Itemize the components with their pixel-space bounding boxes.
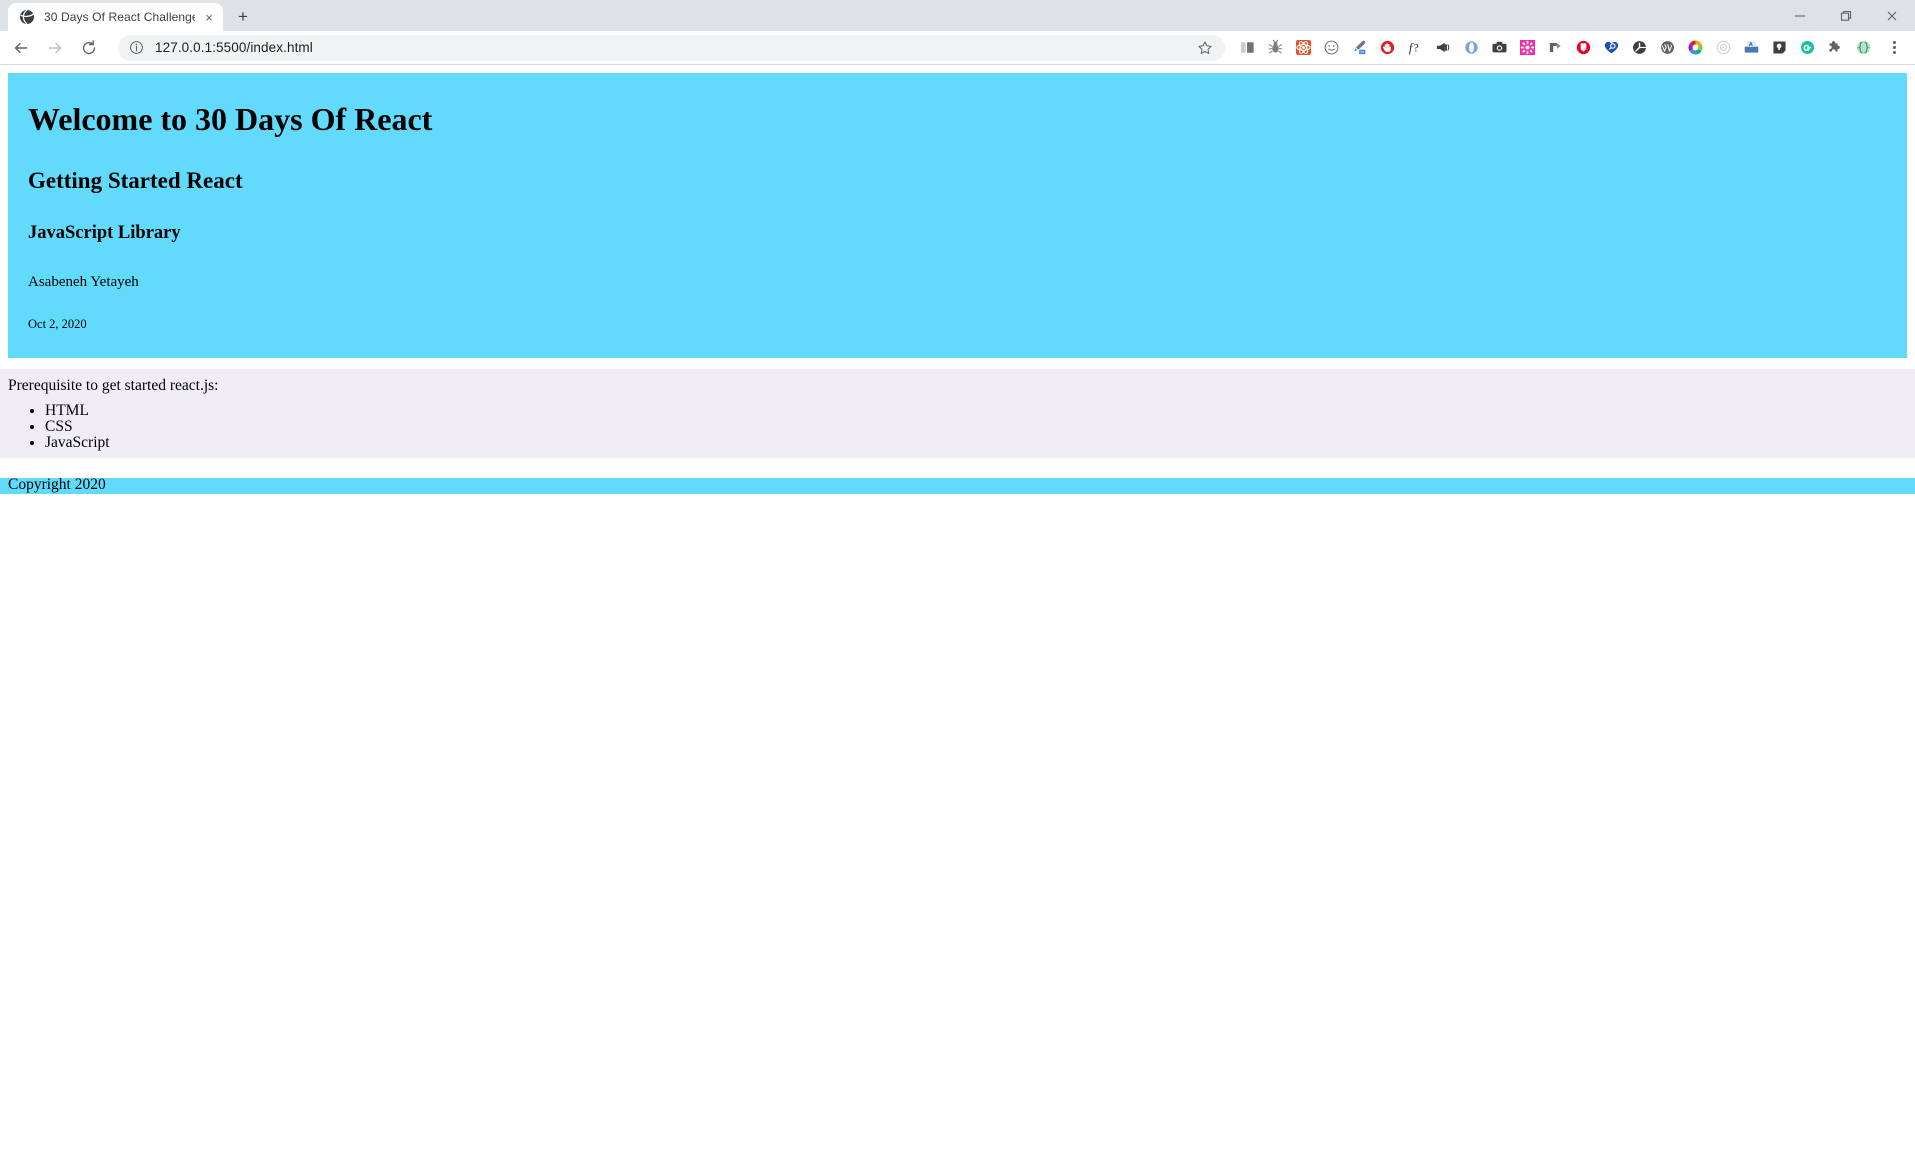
- browser-window: 30 Days Of React Challenge × + 127.0.0.1…: [0, 0, 1915, 1154]
- pink-gear-extension-icon[interactable]: [1514, 35, 1540, 61]
- browser-tab[interactable]: 30 Days Of React Challenge ×: [8, 3, 223, 31]
- wordpress-extension-icon[interactable]: [1654, 35, 1680, 61]
- smiley-face-extension-icon[interactable]: [1318, 35, 1344, 61]
- extension-tray: f ? A: [1233, 35, 1877, 61]
- close-icon[interactable]: [1869, 0, 1915, 31]
- url-text[interactable]: 127.0.0.1:5500/index.html: [155, 40, 313, 55]
- color-wheel-extension-icon[interactable]: [1682, 35, 1708, 61]
- window-controls: [1777, 0, 1915, 31]
- chrome-menu-icon[interactable]: [1881, 35, 1907, 61]
- notion-extension-icon[interactable]: [1542, 35, 1568, 61]
- camera-screenshot-extension-icon[interactable]: [1486, 35, 1512, 61]
- copyright-text: Copyright 2020: [8, 476, 106, 494]
- pocket-save-extension-icon[interactable]: [1570, 35, 1596, 61]
- svg-text:A: A: [1748, 42, 1752, 48]
- bug-debugger-extension-icon[interactable]: [1262, 35, 1288, 61]
- minimize-icon[interactable]: [1777, 0, 1823, 31]
- star-icon[interactable]: [1195, 38, 1215, 58]
- react-page: Welcome to 30 Days Of React Getting Star…: [0, 73, 1915, 495]
- page-main: Prerequisite to get started react.js: HT…: [0, 369, 1915, 459]
- info-circle-icon[interactable]: [128, 40, 144, 56]
- font-inspector-extension-icon[interactable]: f ?: [1402, 35, 1428, 61]
- eyedropper-colorpicker-extension-icon[interactable]: [1346, 35, 1372, 61]
- target-circle-extension-icon[interactable]: [1710, 35, 1736, 61]
- puzzle-extensions-icon[interactable]: [1822, 35, 1848, 61]
- split-panel-extension-icon[interactable]: [1234, 35, 1260, 61]
- megaphone-announce-extension-icon[interactable]: [1430, 35, 1456, 61]
- back-arrow-icon[interactable]: [7, 34, 35, 62]
- page-footer: Copyright 2020: [0, 476, 1915, 495]
- list-item: HTML: [45, 403, 1915, 419]
- tab-title: 30 Days Of React Challenge: [44, 10, 195, 24]
- list-item: CSS: [45, 419, 1915, 435]
- page-subtitle: Getting Started React: [28, 168, 243, 193]
- prerequisite-label: Prerequisite to get started react.js:: [8, 377, 219, 394]
- tab-close-icon[interactable]: ×: [201, 9, 217, 25]
- blue-heart-search-extension-icon[interactable]: [1598, 35, 1624, 61]
- forward-arrow-icon[interactable]: [41, 34, 69, 62]
- author-name: Asabeneh Yetayeh: [28, 273, 139, 290]
- adblock-stop-extension-icon[interactable]: [1374, 35, 1400, 61]
- page-topic: JavaScript Library: [28, 223, 181, 243]
- new-tab-button[interactable]: +: [229, 2, 257, 30]
- reload-icon[interactable]: [75, 34, 103, 62]
- opera-circle-extension-icon[interactable]: [1458, 35, 1484, 61]
- grammarly-extension-icon[interactable]: [1794, 35, 1820, 61]
- list-item: JavaScript: [45, 435, 1915, 451]
- svg-text:?: ?: [1413, 42, 1418, 54]
- tab-strip: 30 Days Of React Challenge × +: [0, 0, 1915, 31]
- lightbulb-note-extension-icon[interactable]: [1766, 35, 1792, 61]
- page-viewport: Welcome to 30 Days Of React Getting Star…: [0, 65, 1915, 1154]
- react-devtools-extension-icon[interactable]: [1290, 35, 1316, 61]
- clock-timer-extension-icon[interactable]: [1626, 35, 1652, 61]
- prerequisite-list: HTML CSS JavaScript: [0, 403, 1915, 458]
- maximize-icon[interactable]: [1823, 0, 1869, 31]
- publish-date: Oct 2, 2020: [28, 316, 87, 331]
- page-header: Welcome to 30 Days Of React Getting Star…: [8, 73, 1907, 358]
- json-braces-extension-icon[interactable]: [1850, 35, 1876, 61]
- address-bar[interactable]: 127.0.0.1:5500/index.html: [118, 34, 1225, 61]
- grammar-printer-extension-icon[interactable]: A: [1738, 35, 1764, 61]
- page-title: Welcome to 30 Days Of React: [28, 101, 433, 137]
- browser-toolbar: 127.0.0.1:5500/index.html f ? A: [0, 31, 1915, 65]
- globe-icon: [19, 9, 35, 25]
